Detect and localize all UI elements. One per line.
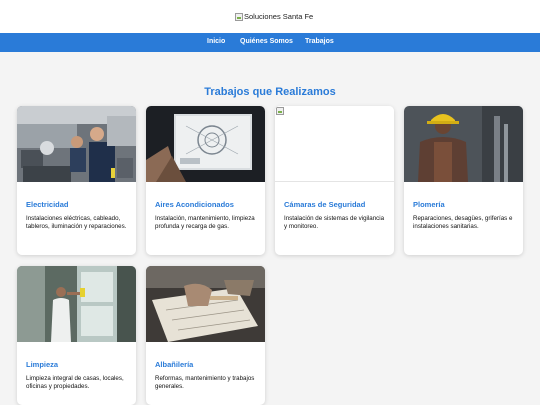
card-title: Electricidad [26,200,69,209]
service-card-limpieza[interactable]: Limpieza Limpieza integral de casas, loc… [17,266,136,405]
card-title: Limpieza [26,360,59,369]
logo[interactable]: Soluciones Santa Fe [235,12,313,21]
card-description: Reformas, mantenimiento y trabajos gener… [155,375,255,390]
card-description: Limpieza integral de casas, locales, ofi… [26,375,124,390]
broken-image-icon [276,107,284,115]
logo-alt-text: Soluciones Santa Fe [244,12,314,21]
nav-link-trabajos[interactable]: Trabajos [305,38,334,45]
electricidad-photo [17,106,136,182]
service-card-electricidad[interactable]: Electricidad Instalaciones eléctricas, c… [17,106,136,255]
albanileria-photo [146,266,265,342]
plumber-worker-image [404,106,523,182]
limpieza-photo [17,266,136,342]
nav-link-quienes-somos[interactable]: Quiénes Somos [240,38,293,45]
card-title: Plomería [413,200,445,209]
camaras-photo [275,106,394,182]
service-card-plomeria[interactable]: Plomería Reparaciones, desagües, griferí… [404,106,523,255]
card-title: Albañilería [155,360,194,369]
aires-photo [146,106,265,182]
broken-image-icon [235,12,243,21]
ac-cad-screen-image [146,106,265,182]
service-card-aires-acondicionados[interactable]: Aires Acondicionados Instalación, manten… [146,106,265,255]
section-title: Trabajos que Realizamos [204,86,336,98]
nav-link-inicio[interactable]: Inicio [207,38,225,45]
card-title: Aires Acondicionados [155,200,234,209]
blueprint-desk-image [146,266,265,342]
card-description: Instalación, mantenimiento, limpieza pro… [155,215,255,230]
service-card-albanileria[interactable]: Albañilería Reformas, mantenimiento y tr… [146,266,265,405]
card-description: Reparaciones, desagües, griferías e inst… [413,215,513,230]
site-header: Soluciones Santa Fe [0,0,540,33]
card-title: Cámaras de Seguridad [284,200,366,209]
card-description: Instalación de sistemas de vigilancia y … [284,215,385,230]
plomeria-photo [404,106,523,182]
service-card-camaras-de-seguridad[interactable]: Cámaras de Seguridad Instalación de sist… [275,106,394,255]
card-description: Instalaciones eléctricas, cableado, tabl… [26,215,127,230]
electricians-workshop-image [17,106,136,182]
main-nav: Inicio Quiénes Somos Trabajos [0,33,540,52]
broken-photo-placeholder [275,106,394,182]
cleaner-window-image [17,266,136,342]
